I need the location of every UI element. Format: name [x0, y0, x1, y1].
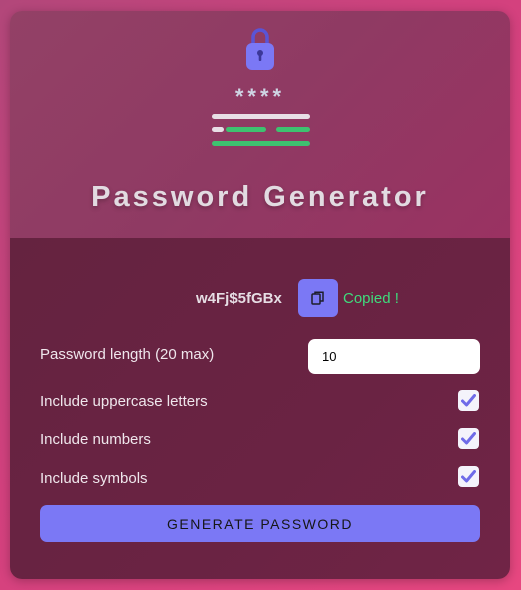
generated-password: w4Fj$5fGBx: [196, 290, 282, 307]
generate-password-button[interactable]: GENERATE PASSWORD: [40, 505, 480, 542]
checkmark-icon: [461, 432, 476, 445]
header-panel: **** Password Generator: [10, 11, 510, 238]
symbols-label: Include symbols: [40, 470, 148, 487]
password-length-input[interactable]: [308, 339, 480, 374]
numbers-label: Include numbers: [40, 431, 151, 448]
copy-icon: [311, 291, 324, 305]
symbols-checkbox[interactable]: [458, 466, 479, 487]
page-title: Password Generator: [91, 181, 429, 213]
password-mask: ****: [234, 84, 286, 109]
copy-button[interactable]: [298, 279, 338, 317]
password-generator-card: **** Password Generator w4Fj$5fGBx Copie…: [10, 11, 510, 579]
checkmark-icon: [461, 470, 476, 483]
length-label: Password length (20 max): [40, 346, 215, 363]
copied-status: Copied !: [343, 290, 399, 307]
numbers-checkbox[interactable]: [458, 428, 479, 449]
password-strength-icon: [212, 114, 310, 146]
uppercase-label: Include uppercase letters: [40, 393, 208, 410]
uppercase-checkbox[interactable]: [458, 390, 479, 411]
lock-icon: [246, 28, 274, 70]
checkmark-icon: [461, 394, 476, 407]
